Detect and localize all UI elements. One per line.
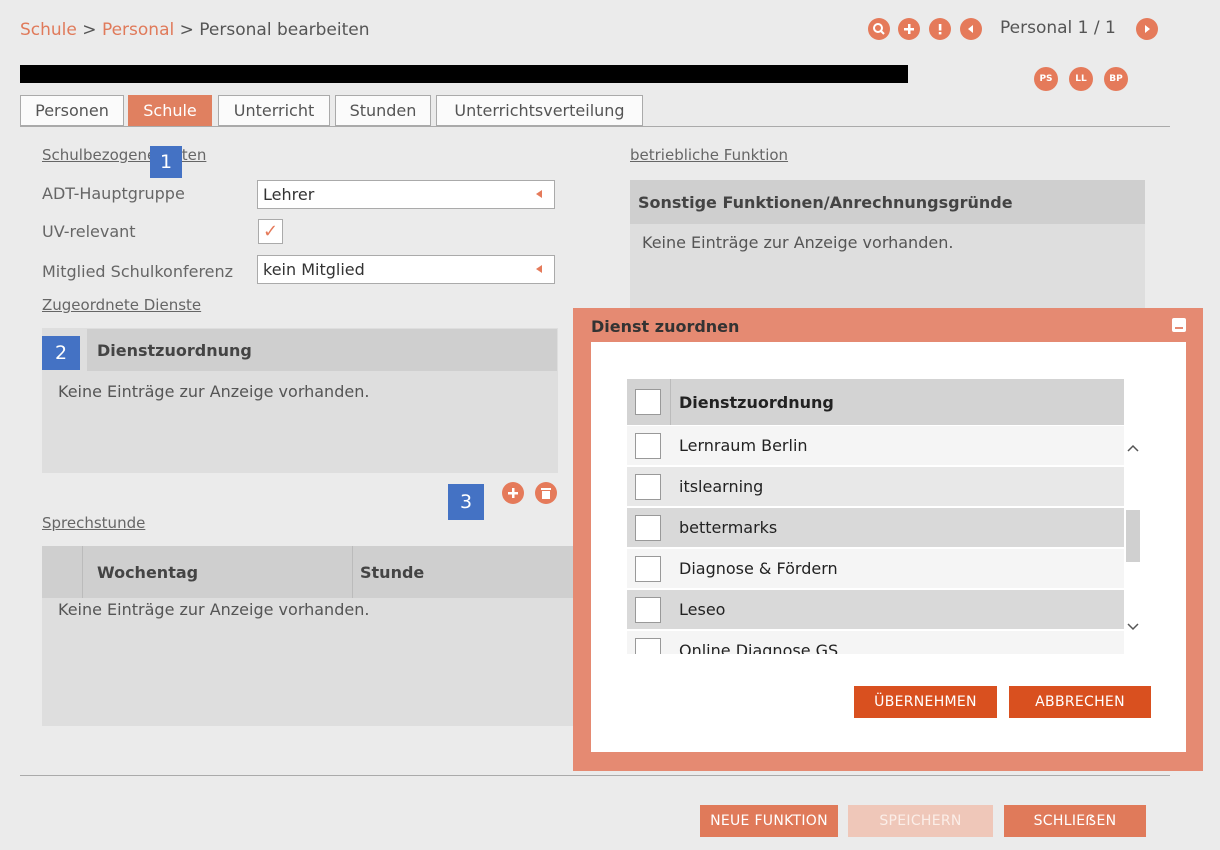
service-list[interactable]: Dienstzuordnung Lernraum Berlin itslearn… (627, 379, 1142, 654)
item-label: Online Diagnose GS (679, 641, 839, 654)
trash-icon[interactable] (535, 482, 557, 504)
services-empty: Keine Einträge zur Anzeige vorhanden. (58, 382, 370, 401)
cancel-button[interactable]: ABBRECHEN (1009, 686, 1151, 718)
list-item[interactable]: Leseo (627, 590, 1124, 629)
scroll-up-icon[interactable] (1127, 444, 1139, 452)
next-icon[interactable] (1136, 18, 1158, 40)
new-function-button[interactable]: NEUE FUNKTION (700, 805, 838, 837)
uv-checkbox[interactable]: ✓ (258, 219, 283, 244)
breadcrumb: Schule > Personal > Personal bearbeiten (20, 20, 369, 40)
previous-icon[interactable] (960, 18, 982, 40)
marker-2: 2 (42, 336, 80, 370)
adt-select[interactable]: Lehrer (257, 180, 555, 209)
save-button[interactable]: SPEICHERN (848, 805, 993, 837)
dialog-title: Dienst zuordnen (591, 317, 740, 336)
list-item[interactable]: Diagnose & Fördern (627, 549, 1124, 588)
accept-button[interactable]: ÜBERNEHMEN (854, 686, 997, 718)
sprechstunde-link[interactable]: Sprechstunde (42, 514, 145, 532)
add-icon[interactable] (502, 482, 524, 504)
dropdown-arrow-icon (536, 265, 542, 273)
list-item[interactable]: itslearning (627, 467, 1124, 506)
schulkonferenz-select[interactable]: kein Mitglied (257, 255, 555, 284)
marker-3: 3 (448, 484, 484, 520)
item-checkbox[interactable] (635, 514, 661, 541)
item-label: itslearning (679, 477, 764, 496)
uv-label: UV-relevant (42, 222, 136, 241)
scrollbar-thumb[interactable] (1126, 510, 1140, 562)
column-stunde[interactable]: Stunde (360, 563, 424, 582)
list-item[interactable]: bettermarks (627, 508, 1124, 547)
tab-unterricht[interactable]: Unterricht (218, 95, 330, 126)
item-checkbox[interactable] (635, 637, 661, 654)
scroll-down-icon[interactable] (1127, 623, 1139, 631)
list-item[interactable]: Lernraum Berlin (627, 426, 1124, 465)
breadcrumb-current: Personal bearbeiten (199, 20, 370, 40)
list-header-label: Dienstzuordnung (679, 392, 834, 412)
function-empty: Keine Einträge zur Anzeige vorhanden. (642, 233, 954, 252)
tab-personen[interactable]: Personen (20, 95, 124, 126)
item-label: Leseo (679, 600, 726, 619)
tab-unterrichtsverteilung[interactable]: Unterrichtsverteilung (436, 95, 643, 126)
betriebliche-funktion-link[interactable]: betriebliche Funktion (630, 146, 788, 164)
breadcrumb-separator: > (76, 20, 102, 40)
schulkonferenz-label: Mitglied Schulkonferenz (42, 262, 234, 281)
tab-stunden[interactable]: Stunden (335, 95, 431, 126)
item-label: Lernraum Berlin (679, 436, 808, 455)
alert-icon[interactable] (929, 18, 951, 40)
column-wochentag[interactable]: Wochentag (97, 563, 198, 582)
column-divider (82, 546, 83, 598)
item-checkbox[interactable] (635, 473, 661, 500)
scrollbar[interactable] (1124, 426, 1142, 636)
item-label: Diagnose & Fördern (679, 559, 838, 578)
tab-divider (20, 126, 1170, 127)
services-header[interactable]: Dienstzuordnung (87, 329, 557, 371)
office-hours-empty: Keine Einträge zur Anzeige vorhanden. (58, 600, 370, 619)
select-all-checkbox[interactable] (635, 389, 661, 415)
close-button[interactable]: SCHLIEẞEN (1004, 805, 1146, 837)
redacted-name (20, 65, 908, 83)
badge-ps[interactable]: PS (1034, 67, 1058, 91)
item-label: bettermarks (679, 518, 778, 537)
minimize-icon[interactable] (1172, 318, 1186, 332)
column-divider (670, 379, 671, 425)
footer-divider (20, 775, 1170, 776)
record-counter: Personal 1 / 1 (1000, 18, 1116, 38)
office-hours-header: Wochentag Stunde (42, 546, 573, 598)
item-checkbox[interactable] (635, 555, 661, 582)
breadcrumb-personal[interactable]: Personal (102, 20, 174, 40)
search-icon[interactable] (868, 18, 890, 40)
breadcrumb-separator: > (174, 20, 200, 40)
list-header-row[interactable]: Dienstzuordnung (627, 379, 1124, 425)
item-checkbox[interactable] (635, 596, 661, 623)
adt-value: Lehrer (263, 185, 315, 204)
function-header[interactable]: Sonstige Funktionen/Anrechnungsgründe (630, 180, 1145, 224)
column-divider (352, 546, 353, 598)
item-checkbox[interactable] (635, 432, 661, 459)
list-item[interactable]: Online Diagnose GS (627, 631, 1124, 654)
marker-1: 1 (150, 146, 182, 178)
badge-bp[interactable]: BP (1104, 67, 1128, 91)
schulkonferenz-value: kein Mitglied (263, 260, 365, 279)
add-icon[interactable] (898, 18, 920, 40)
badge-ll[interactable]: LL (1069, 67, 1093, 91)
dropdown-arrow-icon (536, 190, 542, 198)
adt-label: ADT-Hauptgruppe (42, 184, 185, 203)
breadcrumb-schule[interactable]: Schule (20, 20, 77, 40)
tab-schule[interactable]: Schule (128, 95, 212, 126)
zugeordnete-dienste-link[interactable]: Zugeordnete Dienste (42, 296, 201, 314)
